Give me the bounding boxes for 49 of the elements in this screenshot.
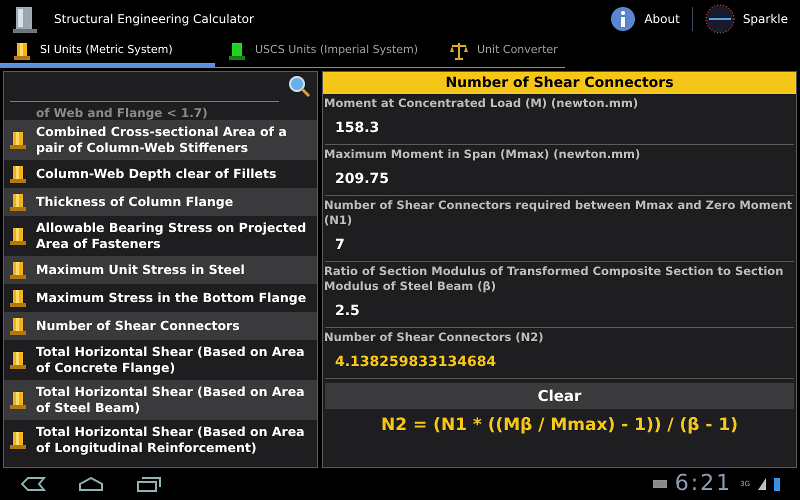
pillar-icon — [8, 226, 28, 246]
tab[interactable]: USCS Units (Imperial System) — [215, 38, 425, 67]
pillar-icon — [8, 288, 28, 308]
input-field[interactable]: 2.5 — [325, 294, 794, 328]
battery-icon — [774, 477, 780, 491]
input-field[interactable]: 209.75 — [325, 162, 794, 196]
field-label: Ratio of Section Modulus of Transformed Composite Section to Section Modulus of Steel Beam (β) — [323, 263, 784, 294]
field-label: Number of Shear Connectors (N2) — [323, 329, 544, 345]
pillar-icon — [8, 430, 28, 450]
list-item-text: of Web and Flange < 1.7) — [36, 106, 208, 120]
building-icon — [12, 4, 38, 34]
keyboard-icon — [652, 480, 667, 488]
list-item[interactable]: Total Horizontal Shear (Based on Area of Steel Beam) — [4, 380, 317, 420]
pillar-icon — [8, 350, 28, 370]
pillar-icon — [8, 130, 28, 150]
formula-text: N2 = (N1 * ((Mβ / Mmax) - 1)) / (β - 1) — [380, 414, 739, 437]
pillar-icon — [8, 390, 28, 410]
field-label: Number of Shear Connectors required between Mmax and Zero Moment (N1) — [323, 197, 794, 228]
clock-text: 6:21 — [674, 471, 732, 497]
list-item[interactable]: Combined Cross-sectional Area of a pair of Column-Web Stiffeners — [4, 120, 317, 160]
input-field[interactable]: 7 — [325, 228, 794, 262]
list-item[interactable]: Number of Shear Connectors — [4, 312, 317, 340]
recent-apps-icon[interactable] — [136, 476, 162, 492]
pillar-icon — [8, 164, 28, 184]
pillar-icon — [8, 192, 28, 212]
input-field[interactable]: 158.3 — [325, 111, 794, 145]
info-icon — [610, 6, 636, 32]
list-item[interactable]: Maximum Unit Stress in Steel — [4, 256, 317, 284]
result-field[interactable]: 4.138259833134684 — [325, 345, 794, 379]
back-icon[interactable] — [20, 476, 46, 492]
pillar-icon — [12, 40, 32, 60]
field-label: Moment at Concentrated Load (M) (newton.mm) — [323, 95, 640, 111]
globe-icon — [704, 4, 735, 34]
app-title: Structural Engineering Calculator — [54, 11, 255, 28]
home-icon[interactable] — [78, 476, 104, 492]
signal-icon — [758, 478, 766, 490]
panel-title: Number of Shear Connectors — [323, 72, 796, 94]
list-item[interactable]: Thickness of Column Flange — [4, 188, 317, 216]
search-icon — [287, 74, 311, 98]
about-button[interactable]: About — [610, 6, 680, 32]
pillar-icon — [8, 260, 28, 280]
clear-button[interactable]: Clear — [325, 383, 794, 409]
scales-icon — [449, 40, 469, 60]
tab[interactable]: SI Units (Metric System) — [0, 38, 215, 67]
pillar-icon — [227, 40, 247, 60]
pillar-icon — [8, 316, 28, 336]
field-label: Maximum Moment in Span (Mmax) (newton.mm) — [323, 146, 642, 162]
sparkle-button[interactable]: Sparkle — [704, 4, 788, 34]
tab[interactable]: Unit Converter — [425, 38, 565, 67]
